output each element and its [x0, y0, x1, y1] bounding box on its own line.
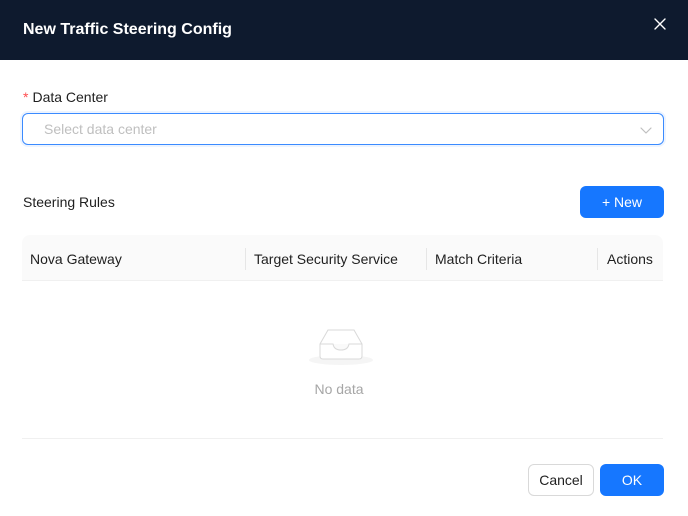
- traffic-steering-dialog: New Traffic Steering Config * Data Center…: [0, 0, 688, 516]
- close-button[interactable]: [648, 12, 672, 36]
- data-center-placeholder: Select data center: [44, 121, 157, 137]
- steering-rules-title: Steering Rules: [23, 194, 115, 210]
- column-actions: Actions: [607, 251, 653, 267]
- column-divider: [426, 248, 427, 270]
- data-center-select[interactable]: Select data center: [22, 113, 664, 145]
- steering-rules-table: Nova Gateway Target Security Service Mat…: [22, 235, 663, 439]
- table-header: Nova Gateway Target Security Service Mat…: [22, 235, 663, 281]
- column-divider: [245, 248, 246, 270]
- data-center-label: * Data Center: [23, 88, 108, 106]
- add-rule-button[interactable]: + New: [580, 186, 664, 218]
- column-target-security-service: Target Security Service: [254, 251, 398, 267]
- required-mark: *: [23, 89, 29, 105]
- close-icon: [654, 18, 666, 30]
- column-divider: [597, 248, 598, 270]
- column-nova-gateway: Nova Gateway: [30, 251, 122, 267]
- cancel-button[interactable]: Cancel: [528, 464, 594, 496]
- empty-text: No data: [314, 381, 364, 397]
- dialog-header: New Traffic Steering Config: [0, 0, 688, 60]
- data-center-label-text: Data Center: [32, 89, 108, 105]
- empty-inbox-icon: [309, 329, 373, 365]
- empty-state: No data: [22, 281, 663, 438]
- chevron-down-icon: [640, 127, 652, 134]
- column-match-criteria: Match Criteria: [435, 251, 523, 267]
- dialog-title: New Traffic Steering Config: [23, 21, 232, 38]
- ok-button[interactable]: OK: [600, 464, 664, 496]
